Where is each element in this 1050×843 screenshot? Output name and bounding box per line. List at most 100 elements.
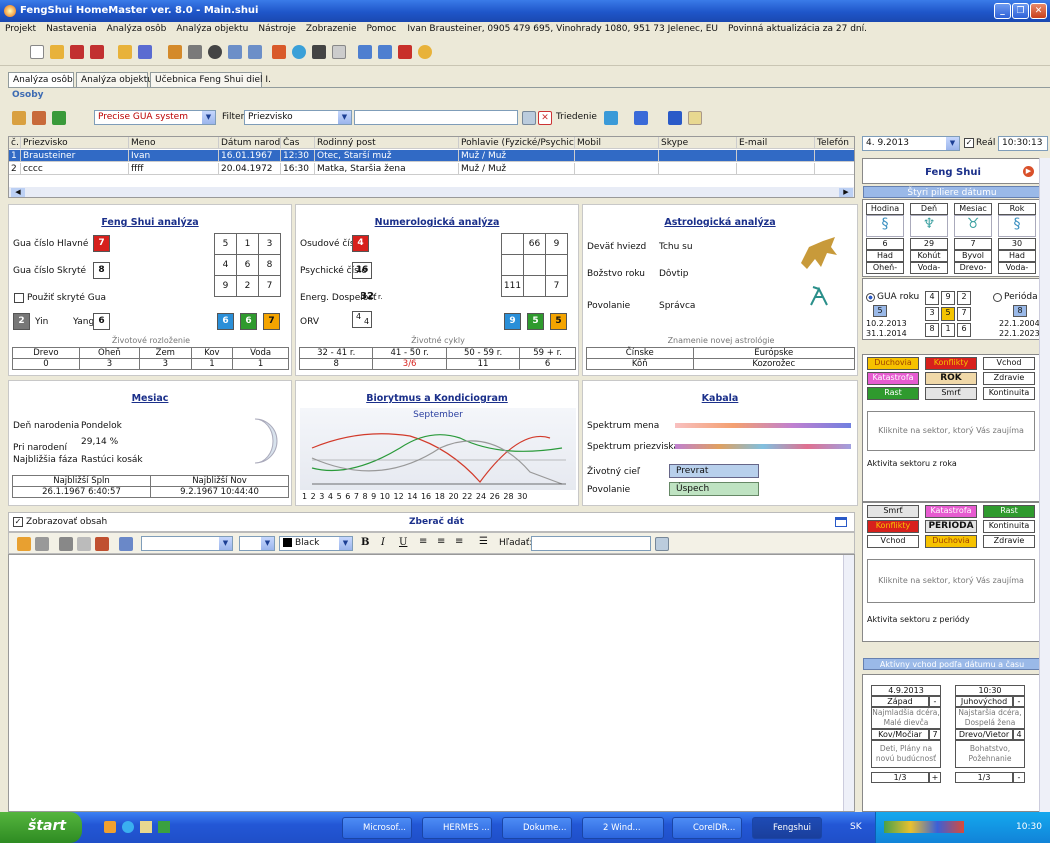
gua-system-select[interactable]: Precise GUA system ▼	[94, 110, 216, 125]
add-person-icon[interactable]	[12, 111, 26, 125]
font-size-select[interactable]: ▼	[239, 536, 275, 551]
app-icon[interactable]	[158, 821, 170, 833]
copy-icon[interactable]	[77, 537, 91, 551]
filter-select[interactable]: Priezvisko ▼	[244, 110, 352, 125]
task-microsoft[interactable]: Microsof...	[342, 817, 412, 839]
gua-year-radio[interactable]	[866, 293, 875, 302]
sector-duchovia[interactable]: Duchovia	[867, 357, 919, 370]
bold-button[interactable]: B	[361, 537, 369, 548]
report-icon[interactable]	[378, 45, 392, 59]
biorhythm-title[interactable]: Biorytmus a Kondiciogram	[296, 393, 578, 404]
editor-search-input[interactable]	[531, 536, 651, 551]
align-left-icon[interactable]: ≡	[419, 536, 427, 547]
sector-kontinuita[interactable]: Kontinuita	[983, 520, 1035, 533]
calculator-icon[interactable]	[312, 45, 326, 59]
sector-duchovia[interactable]: Duchovia	[925, 535, 977, 548]
col-header[interactable]: Pohlavie (Fyzické/Psychické)	[459, 137, 575, 149]
tray-icons[interactable]	[884, 821, 964, 833]
compass-icon[interactable]	[358, 45, 372, 59]
close-button[interactable]: ✕	[1030, 3, 1047, 19]
sector-smrt[interactable]: Smrť	[925, 387, 977, 400]
sector-konflikty[interactable]: Konflikty	[867, 520, 919, 533]
shield-icon[interactable]	[398, 45, 412, 59]
delete-icon[interactable]	[188, 45, 202, 59]
col-header[interactable]: Mobil	[575, 137, 659, 149]
filter-input[interactable]	[354, 110, 518, 125]
period-radio[interactable]	[993, 293, 1002, 302]
right-panel-scrollbar[interactable]	[1039, 158, 1050, 812]
entrance-plus-left[interactable]: +	[929, 772, 941, 783]
underline-button[interactable]: U	[399, 537, 407, 548]
astrology-title[interactable]: Astrologická analýza	[583, 217, 857, 228]
menu-nastroje[interactable]: Nástroje	[253, 22, 301, 34]
clear-filter-icon[interactable]: ✕	[538, 111, 552, 125]
time-input[interactable]: 10:30:13	[998, 136, 1048, 151]
search-icon[interactable]	[655, 537, 669, 551]
info-icon[interactable]	[418, 45, 432, 59]
person-icon[interactable]	[168, 45, 182, 59]
tab-analyza-objektu[interactable]: Analýza objektu	[76, 72, 153, 87]
sector-perioda[interactable]: PERIÓDA	[925, 520, 977, 533]
sector-rast[interactable]: Rast	[867, 387, 919, 400]
sector-kontinuita[interactable]: Kontinuita	[983, 387, 1035, 400]
show-content-checkbox[interactable]: ✓	[13, 517, 23, 527]
minimize-button[interactable]: _	[994, 3, 1011, 19]
font-select[interactable]: ▼	[141, 536, 233, 551]
notes-icon[interactable]	[688, 111, 702, 125]
palette-icon[interactable]	[138, 45, 152, 59]
col-header[interactable]: Telefón	[815, 137, 854, 149]
align-center-icon[interactable]: ≡	[437, 536, 445, 547]
grid-icon[interactable]	[228, 45, 242, 59]
kabala-title[interactable]: Kabala	[583, 393, 857, 404]
numerology-title[interactable]: Numerologická analýza	[296, 217, 578, 228]
sector-rast[interactable]: Rast	[983, 505, 1035, 518]
col-header[interactable]: Meno	[129, 137, 219, 149]
maximize-editor-icon[interactable]	[835, 517, 847, 527]
sort-icon[interactable]	[604, 111, 618, 125]
quicklaunch-icon[interactable]	[104, 821, 116, 833]
open-folder-icon[interactable]	[50, 45, 64, 59]
new-doc-icon[interactable]	[17, 537, 31, 551]
col-header[interactable]: č.	[9, 137, 21, 149]
remove-person-icon[interactable]	[32, 111, 46, 125]
col-header[interactable]: Skype	[659, 137, 737, 149]
ie-icon[interactable]	[122, 821, 134, 833]
task-windows[interactable]: 2 Wind...	[582, 817, 664, 839]
italic-button[interactable]: I	[381, 537, 385, 548]
task-fengshui[interactable]: Fengshui	[752, 817, 822, 839]
color-select[interactable]: Black ▼	[279, 536, 353, 551]
editor-vertical-scrollbar[interactable]	[843, 555, 854, 811]
sector-vchod[interactable]: Vchod	[983, 357, 1035, 370]
table-row[interactable]: 2 cccc ffff 20.04.1972 16:30 Matka, Star…	[9, 163, 854, 175]
entrance-minus-right[interactable]: -	[1013, 772, 1025, 783]
menu-nastavenia[interactable]: Nastavenia	[41, 22, 102, 34]
figure-icon[interactable]	[272, 45, 286, 59]
scroll-right-icon[interactable]: ▶	[839, 188, 853, 197]
tab-ucebnica[interactable]: Učebnica Feng Shui diel I.	[150, 72, 271, 87]
search-icon[interactable]	[522, 111, 536, 125]
menu-analyza-objektu[interactable]: Analýza objektu	[171, 22, 253, 34]
tab-analyza-osob[interactable]: Analýza osôb	[8, 72, 74, 87]
task-coreldraw[interactable]: CorelDR...	[672, 817, 742, 839]
fengshui-analysis-title[interactable]: Feng Shui analýza	[9, 217, 291, 228]
paste-icon[interactable]	[95, 537, 109, 551]
sector-konflikty[interactable]: Konflikty	[925, 357, 977, 370]
menu-zobrazenie[interactable]: Zobrazenie	[301, 22, 362, 34]
col-header[interactable]: Priezvisko	[21, 137, 129, 149]
maximize-button[interactable]: ❐	[1012, 3, 1029, 19]
globe-icon[interactable]	[208, 45, 222, 59]
menu-pomoc[interactable]: Pomoc	[362, 22, 402, 34]
sort-order-icon[interactable]	[634, 111, 648, 125]
bullet-list-icon[interactable]: ☰	[479, 536, 488, 547]
sector-katastrofa[interactable]: Katastrofa	[867, 372, 919, 385]
save-icon[interactable]	[70, 45, 84, 59]
real-time-checkbox[interactable]: ✓	[964, 138, 974, 148]
date-picker[interactable]: 4. 9.2013 ▼	[862, 136, 960, 151]
entrance-right-toggle[interactable]: -	[1013, 696, 1025, 707]
col-header[interactable]: Dátum narodenia	[219, 137, 281, 149]
sector-rok[interactable]: ROK	[925, 372, 977, 385]
print-icon[interactable]	[35, 537, 49, 551]
use-hidden-checkbox[interactable]	[14, 293, 24, 303]
start-button[interactable]: štart	[0, 812, 82, 843]
task-dokument[interactable]: Dokume...	[502, 817, 572, 839]
